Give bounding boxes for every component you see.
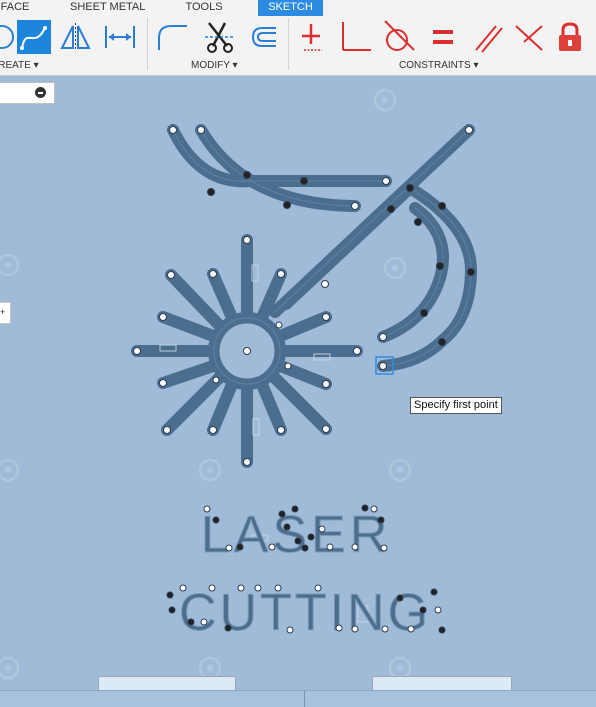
sketch-canvas[interactable]: LASER CUTTING: [0, 76, 596, 690]
tab-tools[interactable]: TOOLS: [182, 0, 226, 16]
coincident-icon[interactable]: [297, 20, 331, 54]
logo-line-2: CUTTING: [179, 584, 431, 642]
collinear-icon[interactable]: [512, 20, 546, 54]
dimension-icon[interactable]: [103, 20, 137, 54]
bottom-panel-left[interactable]: [98, 676, 236, 691]
perpendicular-icon[interactable]: [337, 20, 371, 54]
toolbar-divider: [147, 18, 148, 70]
tab-surface[interactable]: FACE: [0, 0, 30, 16]
offset-icon[interactable]: [244, 20, 278, 54]
tab-sheet-metal[interactable]: SHEET METAL: [70, 0, 145, 16]
tangent-icon[interactable]: [381, 20, 415, 54]
bottom-bar: [0, 690, 596, 707]
equal-icon[interactable]: [426, 20, 460, 54]
tab-sketch[interactable]: SKETCH: [258, 0, 323, 16]
toolbar-divider: [288, 18, 289, 70]
mirror-icon[interactable]: [58, 20, 92, 54]
toolbar: FACE SHEET METAL TOOLS SKETCH CREATE ▾ M…: [0, 0, 596, 76]
bottom-panel-right[interactable]: [372, 676, 512, 691]
lock-icon[interactable]: [553, 20, 587, 54]
fillet-icon[interactable]: [155, 20, 189, 54]
constraints-menu[interactable]: CONSTRAINTS ▾: [399, 60, 478, 71]
side-panel-tab[interactable]: +: [0, 302, 11, 324]
create-menu[interactable]: CREATE ▾: [0, 60, 39, 71]
spline-icon[interactable]: [17, 20, 51, 54]
modify-menu[interactable]: MODIFY ▾: [191, 60, 238, 71]
tooltip: Specify first point: [410, 397, 502, 414]
parallel-icon[interactable]: [470, 20, 504, 54]
logo-line-1: LASER: [201, 506, 392, 564]
logo-text: LASER CUTTING: [178, 506, 431, 643]
trim-scissors-icon[interactable]: [203, 20, 237, 54]
